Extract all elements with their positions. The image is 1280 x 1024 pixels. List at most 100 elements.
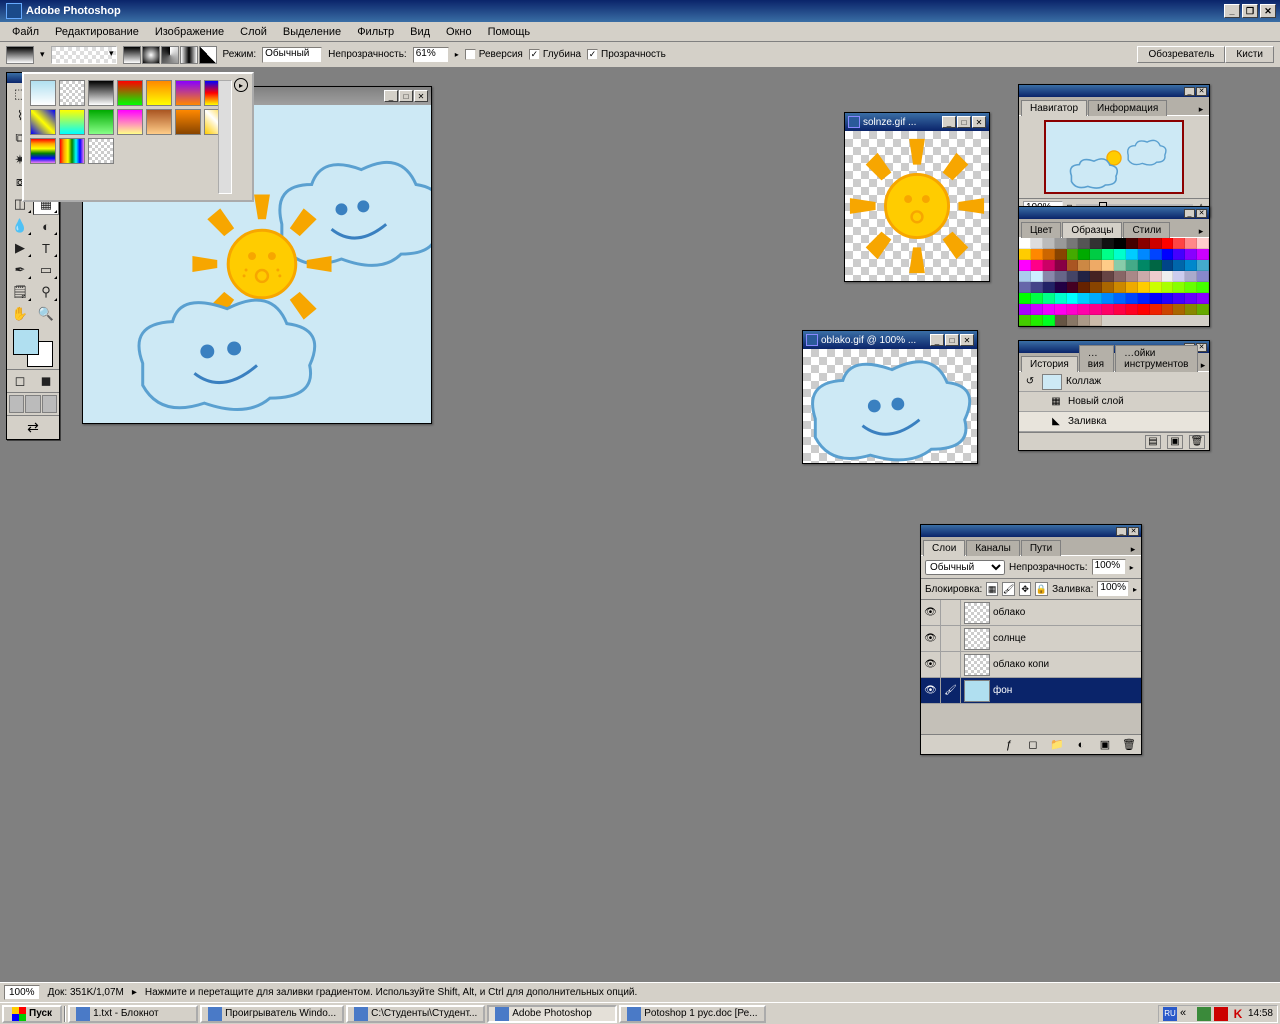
- color-swatch[interactable]: [1150, 282, 1162, 293]
- doc-titlebar-cloud[interactable]: oblako.gif @ 100% ... _□✕: [803, 331, 977, 349]
- visibility-icon[interactable]: 👁: [921, 678, 941, 703]
- color-swatch[interactable]: [1150, 238, 1162, 249]
- color-swatch[interactable]: [1114, 271, 1126, 282]
- blur-tool[interactable]: 💧: [7, 215, 33, 237]
- color-swatch[interactable]: [1055, 315, 1067, 326]
- color-swatch[interactable]: [1197, 271, 1209, 282]
- color-swatch[interactable]: [1173, 282, 1185, 293]
- quickmask-off[interactable]: ◻: [7, 370, 33, 392]
- color-swatch[interactable]: [1162, 304, 1174, 315]
- tab-paths[interactable]: Пути: [1021, 540, 1061, 556]
- color-swatch[interactable]: [1126, 260, 1138, 271]
- layer-name[interactable]: облако копи: [993, 659, 1049, 670]
- color-swatch[interactable]: [1090, 293, 1102, 304]
- palette-close-icon[interactable]: ✕: [1196, 87, 1207, 96]
- adjustment-layer-icon[interactable]: ◐: [1073, 738, 1089, 752]
- status-docsize[interactable]: Док: 351K/1,07M: [48, 987, 124, 998]
- doc-close-icon[interactable]: ✕: [972, 116, 986, 128]
- swatch-grid[interactable]: [1019, 238, 1209, 326]
- gradient-radial-button[interactable]: [142, 46, 160, 64]
- color-swatch[interactable]: [1173, 304, 1185, 315]
- gradient-swatch[interactable]: [30, 109, 56, 135]
- color-swatch[interactable]: [1114, 260, 1126, 271]
- color-swatch[interactable]: [1114, 282, 1126, 293]
- link-cell[interactable]: [941, 626, 961, 651]
- imageready-jump-icon[interactable]: ⇄: [27, 419, 39, 435]
- menu-file[interactable]: Файл: [4, 24, 47, 40]
- lock-position-icon[interactable]: ✥: [1019, 582, 1031, 596]
- color-swatch[interactable]: [1102, 238, 1114, 249]
- color-swatch[interactable]: [1138, 271, 1150, 282]
- delete-layer-icon[interactable]: 🗑: [1121, 738, 1137, 752]
- menu-filter[interactable]: Фильтр: [349, 24, 402, 40]
- color-swatch[interactable]: [1019, 304, 1031, 315]
- color-swatch[interactable]: [1078, 249, 1090, 260]
- layer-row[interactable]: 👁облако копи: [921, 652, 1141, 678]
- menu-edit[interactable]: Редактирование: [47, 24, 147, 40]
- color-swatch[interactable]: [1102, 249, 1114, 260]
- color-swatch[interactable]: [1043, 260, 1055, 271]
- color-swatch[interactable]: [1031, 238, 1043, 249]
- taskbar-button[interactable]: 1.txt - Блокнот: [68, 1005, 198, 1023]
- doc-close-icon[interactable]: ✕: [414, 90, 428, 102]
- color-swatch[interactable]: [1078, 304, 1090, 315]
- gradient-tool-icon[interactable]: [6, 46, 34, 64]
- screenmode-full[interactable]: [42, 395, 57, 413]
- history-state[interactable]: ▦ Новый слой: [1019, 392, 1209, 412]
- color-swatch[interactable]: [1078, 238, 1090, 249]
- color-swatch[interactable]: [1078, 260, 1090, 271]
- status-flyout-icon[interactable]: ▸: [132, 987, 137, 998]
- doc-close-icon[interactable]: ✕: [960, 334, 974, 346]
- color-swatch[interactable]: [1173, 271, 1185, 282]
- link-cell[interactable]: [941, 652, 961, 677]
- color-swatch[interactable]: [1067, 238, 1079, 249]
- status-zoom[interactable]: 100%: [4, 985, 40, 1000]
- layer-fill-field[interactable]: 100%: [1097, 581, 1129, 597]
- gradient-diamond-button[interactable]: [199, 46, 217, 64]
- color-swatch[interactable]: [1162, 271, 1174, 282]
- color-swatch[interactable]: [1162, 249, 1174, 260]
- palette-titlebar[interactable]: _✕: [921, 525, 1141, 537]
- eyedropper-tool[interactable]: ⚲: [33, 281, 59, 303]
- color-swatch[interactable]: [1019, 282, 1031, 293]
- color-swatch[interactable]: [1126, 249, 1138, 260]
- color-swatch[interactable]: [1173, 260, 1185, 271]
- layer-thumbnail[interactable]: [964, 628, 990, 650]
- color-swatch[interactable]: [1067, 282, 1079, 293]
- color-swatch[interactable]: [1185, 271, 1197, 282]
- color-swatch[interactable]: [1019, 293, 1031, 304]
- color-swatch[interactable]: [1090, 315, 1102, 326]
- color-swatch[interactable]: [1185, 260, 1197, 271]
- tray-icon[interactable]: K: [1231, 1007, 1245, 1021]
- visibility-icon[interactable]: 👁: [921, 600, 941, 625]
- gradient-reflected-button[interactable]: [180, 46, 198, 64]
- color-swatch[interactable]: [1055, 271, 1067, 282]
- color-swatch[interactable]: [1090, 271, 1102, 282]
- tab-history[interactable]: История: [1021, 356, 1078, 372]
- tab-toolpresets[interactable]: …ойки инструментов: [1115, 345, 1198, 372]
- hand-tool[interactable]: ✋: [7, 303, 33, 325]
- color-swatch[interactable]: [1043, 315, 1055, 326]
- doc-minimize-icon[interactable]: _: [942, 116, 956, 128]
- layer-thumbnail[interactable]: [964, 602, 990, 624]
- doc-minimize-icon[interactable]: _: [930, 334, 944, 346]
- color-swatch[interactable]: [1150, 293, 1162, 304]
- history-snapshot[interactable]: ↺ Коллаж: [1019, 372, 1209, 392]
- color-swatch[interactable]: [1055, 282, 1067, 293]
- color-swatch[interactable]: [1090, 282, 1102, 293]
- color-swatch[interactable]: [1078, 271, 1090, 282]
- color-swatch[interactable]: [1031, 304, 1043, 315]
- new-layer-icon[interactable]: ▣: [1097, 738, 1113, 752]
- color-swatch[interactable]: [1067, 293, 1079, 304]
- color-swatch[interactable]: [1126, 238, 1138, 249]
- color-swatch[interactable]: [1067, 271, 1079, 282]
- tab-styles[interactable]: Стили: [1123, 222, 1170, 238]
- color-swatch[interactable]: [1114, 293, 1126, 304]
- screenmode-full-menubar[interactable]: [25, 395, 40, 413]
- gradient-swatch[interactable]: [88, 138, 114, 164]
- color-swatch[interactable]: [1162, 238, 1174, 249]
- taskbar-button[interactable]: Adobe Photoshop: [487, 1005, 617, 1023]
- color-swatch[interactable]: [1019, 271, 1031, 282]
- color-swatch[interactable]: [1055, 260, 1067, 271]
- tab-layers[interactable]: Слои: [923, 540, 965, 556]
